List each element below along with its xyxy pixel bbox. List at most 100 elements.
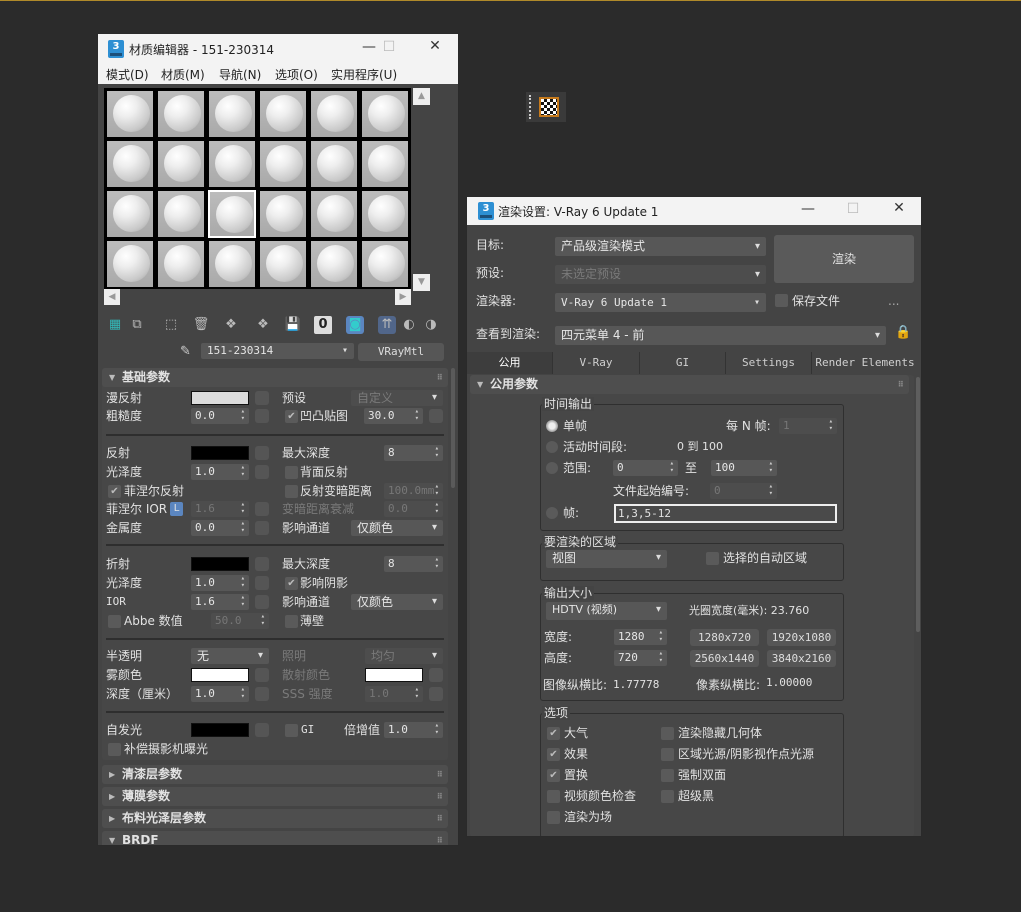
- slots-scroll-right-button[interactable]: ▶: [395, 289, 411, 305]
- frames-radio[interactable]: [546, 507, 558, 519]
- abbe-spinner[interactable]: 50.0: [211, 613, 269, 629]
- tab-settings[interactable]: Settings: [726, 352, 812, 374]
- fog-color-swatch[interactable]: [191, 668, 249, 682]
- preset-1920x1080-button[interactable]: 1920x1080: [767, 629, 836, 646]
- eyedropper-icon[interactable]: ✎: [180, 344, 191, 359]
- menu-utilities[interactable]: 实用程序(U): [331, 66, 397, 83]
- compensate-exposure-checkbox[interactable]: [108, 743, 121, 756]
- affect-shadows-checkbox[interactable]: [285, 577, 298, 590]
- preset-dropdown[interactable]: 自定义: [351, 390, 443, 406]
- minimize-button[interactable]: —: [793, 201, 823, 217]
- material-sample-slot[interactable]: [106, 190, 154, 238]
- option-checkbox[interactable]: [661, 769, 674, 782]
- menu-material[interactable]: 材质(M): [161, 66, 205, 83]
- reflect-max-depth-spinner[interactable]: 8: [384, 445, 443, 461]
- material-sample-slot[interactable]: [310, 240, 358, 288]
- width-spinner[interactable]: 1280: [614, 629, 667, 645]
- renderer-dropdown[interactable]: V-Ray 6 Update 1: [555, 293, 766, 312]
- material-sample-slot[interactable]: [208, 240, 256, 288]
- target-dropdown[interactable]: 产品级渲染模式: [555, 237, 766, 256]
- material-sample-slot[interactable]: [106, 240, 154, 288]
- rollout-coat[interactable]: ▶ 清漆层参数 ⠿: [102, 765, 448, 784]
- preset-3840x2160-button[interactable]: 3840x2160: [767, 650, 836, 667]
- slots-scroll-down-button[interactable]: ▼: [413, 274, 430, 291]
- material-sample-slot[interactable]: [361, 240, 409, 288]
- material-sample-slot[interactable]: [310, 90, 358, 138]
- fresnel-checkbox[interactable]: [108, 485, 121, 498]
- bump-map-button[interactable]: [429, 409, 443, 423]
- material-sample-slot[interactable]: [361, 140, 409, 188]
- material-sample-slot[interactable]: [208, 90, 256, 138]
- render-area-dropdown[interactable]: 视图: [546, 550, 667, 568]
- refract-gloss-map-button[interactable]: [255, 576, 269, 590]
- bump-map-checkbox[interactable]: [285, 410, 298, 423]
- fresnel-ior-map-button[interactable]: [255, 502, 269, 516]
- translucency-dropdown[interactable]: 无: [191, 648, 269, 664]
- maximize-button[interactable]: ☐: [838, 201, 868, 217]
- material-sample-slot[interactable]: [157, 90, 205, 138]
- option-checkbox[interactable]: [547, 811, 560, 824]
- menu-mode[interactable]: 模式(D): [106, 66, 149, 83]
- height-spinner[interactable]: 720: [614, 650, 667, 666]
- material-sample-slot[interactable]: [106, 90, 154, 138]
- tab-render-elements[interactable]: Render Elements: [812, 352, 918, 374]
- ior-map-button[interactable]: [255, 595, 269, 609]
- material-sample-slot[interactable]: [208, 190, 256, 238]
- view-dropdown[interactable]: 四元菜单 4 - 前: [555, 326, 886, 345]
- reflect-color-swatch[interactable]: [191, 446, 249, 460]
- make-copy-icon[interactable]: ❖: [222, 316, 240, 334]
- material-type-button[interactable]: VRayMtl: [358, 343, 444, 361]
- put-to-scene-icon[interactable]: ⧉: [128, 316, 146, 334]
- file-start-spinner[interactable]: 0: [710, 483, 777, 499]
- scatter-color-map-button[interactable]: [429, 668, 443, 682]
- render-button[interactable]: 渲染: [774, 235, 914, 283]
- refract-color-swatch[interactable]: [191, 557, 249, 571]
- dim-falloff-spinner[interactable]: 0.0: [384, 501, 443, 517]
- preset-2560x1440-button[interactable]: 2560x1440: [690, 650, 759, 667]
- bump-amount-spinner[interactable]: 30.0: [364, 408, 423, 424]
- active-segment-radio[interactable]: [546, 441, 558, 453]
- rollout-common-params[interactable]: ▼ 公用参数 ⠿: [470, 375, 909, 394]
- delete-icon[interactable]: 🗑: [192, 316, 210, 334]
- self-illum-color-swatch[interactable]: [191, 723, 249, 737]
- illumination-dropdown[interactable]: 均匀: [365, 648, 443, 664]
- ior-spinner[interactable]: 1.6: [191, 594, 249, 610]
- material-sample-slot[interactable]: [361, 190, 409, 238]
- rollout-thin-film[interactable]: ▶ 薄膜参数 ⠿: [102, 787, 448, 806]
- material-sample-slot[interactable]: [310, 140, 358, 188]
- material-sample-slot[interactable]: [157, 240, 205, 288]
- metalness-spinner[interactable]: 0.0: [191, 520, 249, 536]
- roughness-map-button[interactable]: [255, 409, 269, 423]
- rollout-sheen[interactable]: ▶ 布料光泽层参数 ⠿: [102, 809, 448, 828]
- panel-scrollbar[interactable]: [451, 368, 455, 488]
- image-aspect-value[interactable]: 1.77778: [613, 676, 659, 694]
- sss-map-button[interactable]: [429, 687, 443, 701]
- output-size-preset-dropdown[interactable]: HDTV (视频): [546, 602, 667, 620]
- metalness-map-button[interactable]: [255, 521, 269, 535]
- show-end-result-icon[interactable]: ⇈: [378, 316, 396, 334]
- material-sample-slot[interactable]: [157, 140, 205, 188]
- material-id-channel-icon[interactable]: 0: [314, 316, 332, 334]
- floating-material-map-button[interactable]: [526, 92, 566, 122]
- range-from-spinner[interactable]: 0: [613, 460, 678, 476]
- range-radio[interactable]: [546, 462, 558, 474]
- gi-checkbox[interactable]: [285, 724, 298, 737]
- fresnel-ior-spinner[interactable]: 1.6: [191, 501, 249, 517]
- abbe-checkbox[interactable]: [108, 615, 121, 628]
- material-sample-slot[interactable]: [259, 140, 307, 188]
- save-to-library-icon[interactable]: 💾: [284, 316, 302, 334]
- get-material-icon[interactable]: ▦: [106, 316, 124, 334]
- save-file-checkbox[interactable]: [775, 294, 788, 307]
- dim-distance-checkbox[interactable]: [285, 485, 298, 498]
- preset-dropdown[interactable]: 未选定预设: [555, 265, 766, 284]
- refract-gloss-spinner[interactable]: 1.0: [191, 575, 249, 591]
- range-to-spinner[interactable]: 100: [711, 460, 777, 476]
- material-sample-slot[interactable]: [208, 140, 256, 188]
- back-reflect-checkbox[interactable]: [285, 466, 298, 479]
- material-sample-slot[interactable]: [259, 190, 307, 238]
- sss-spinner[interactable]: 1.0: [365, 686, 423, 702]
- go-to-parent-icon[interactable]: ◐: [400, 316, 418, 334]
- self-illum-map-button[interactable]: [255, 723, 269, 737]
- slots-scroll-up-button[interactable]: ▲: [413, 88, 430, 105]
- fog-color-map-button[interactable]: [255, 668, 269, 682]
